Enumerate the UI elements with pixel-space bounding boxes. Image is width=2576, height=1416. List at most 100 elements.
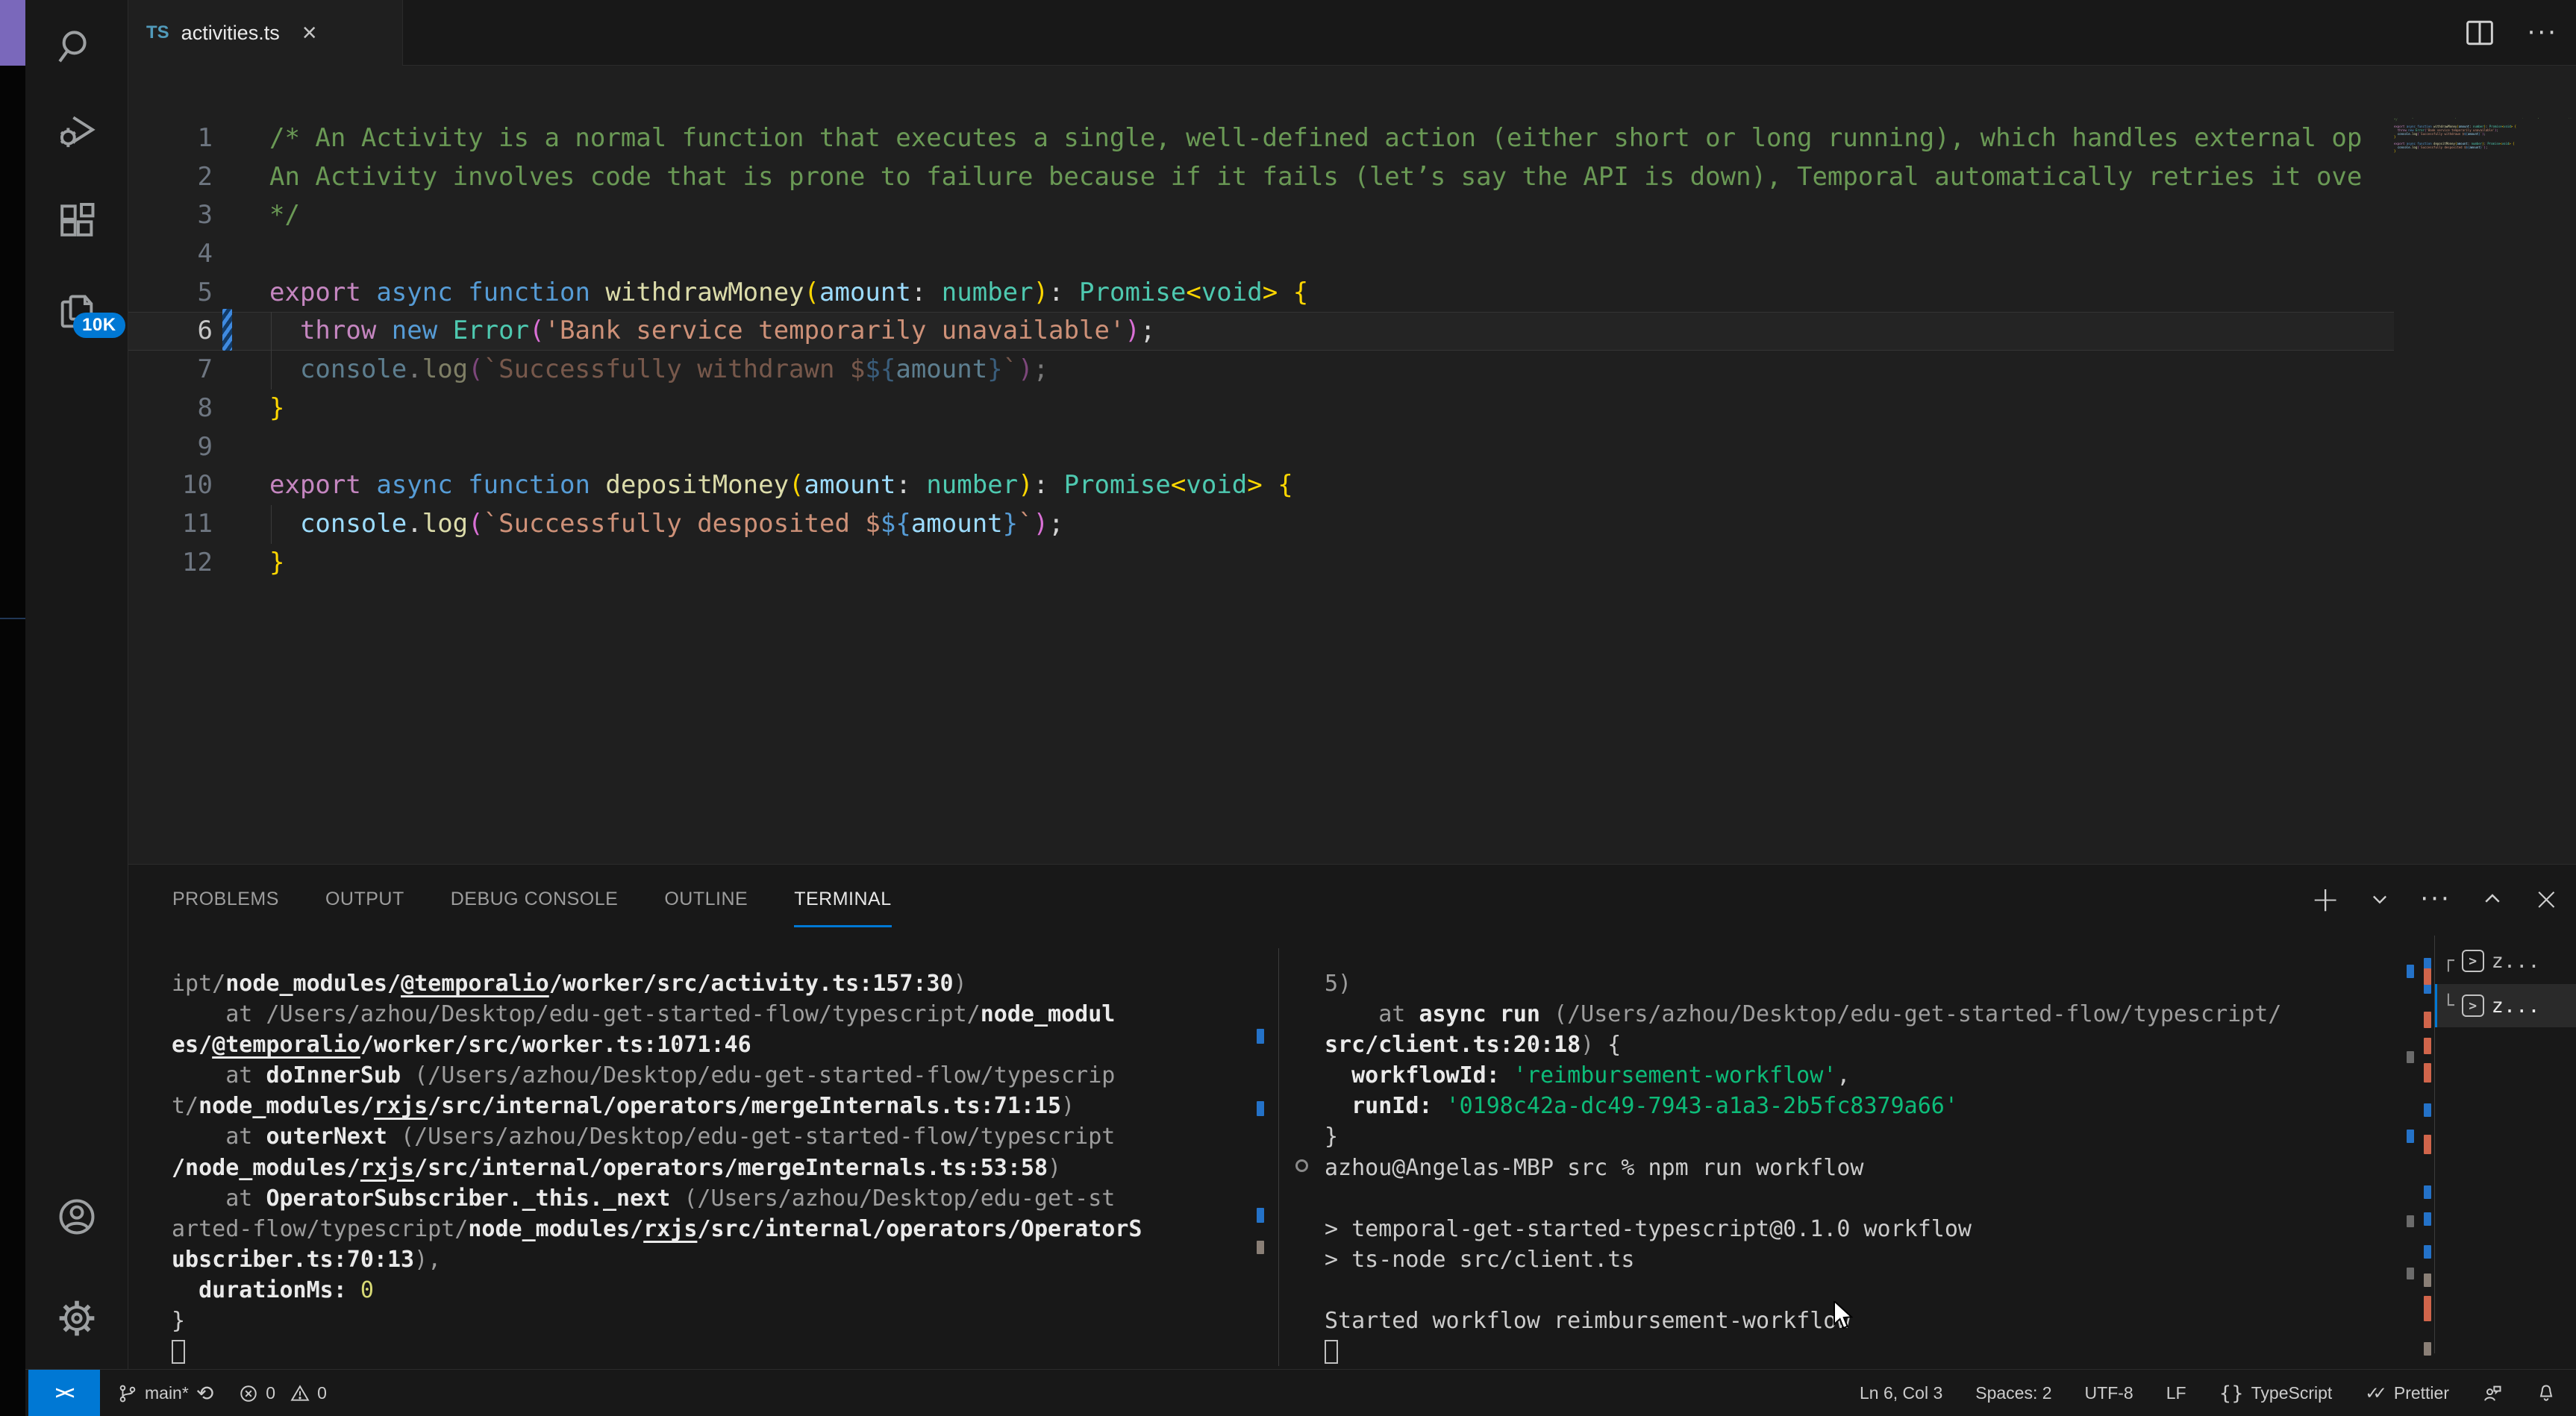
scroll-decoration-mark bbox=[1257, 1029, 1264, 1044]
close-panel-icon[interactable]: × bbox=[2533, 884, 2560, 914]
panel-tab-debug-console[interactable]: DEBUG CONSOLE bbox=[451, 865, 619, 933]
extensions-icon[interactable] bbox=[25, 194, 128, 246]
terminal-tab-1[interactable]: ┌>z... bbox=[2435, 939, 2576, 983]
remote-indicator[interactable]: >< bbox=[28, 1370, 100, 1416]
code-line-12[interactable]: 12} bbox=[128, 544, 2576, 583]
scroll-decoration-mark bbox=[2424, 1103, 2431, 1117]
terminal-line: > temporal-get-started-typescript@0.1.0 … bbox=[1325, 1214, 2392, 1244]
line-number: 11 bbox=[128, 505, 213, 544]
terminal-line: ipt/node_modules/@temporalio/worker/src/… bbox=[172, 968, 1254, 999]
editor-more-actions-icon[interactable]: ··· bbox=[2527, 18, 2558, 48]
line-number: 9 bbox=[128, 428, 213, 467]
scroll-decoration-mark bbox=[2407, 1268, 2414, 1279]
typescript-file-icon: TS bbox=[146, 22, 169, 43]
terminal-pane-right[interactable]: 5) at async run (/Users/azhou/Desktop/ed… bbox=[1325, 968, 2392, 1367]
terminal-line bbox=[172, 1336, 1254, 1367]
errors-icon bbox=[239, 1384, 258, 1403]
mouse-cursor bbox=[1833, 1301, 1858, 1331]
code-line-10[interactable]: 10export async function depositMoney(amo… bbox=[128, 466, 2576, 505]
extension-badge: 10K bbox=[73, 313, 125, 338]
split-tree-glyph: ┌ bbox=[2442, 950, 2454, 972]
scroll-decoration-mark bbox=[1257, 1208, 1264, 1223]
panel-tab-outline[interactable]: OUTLINE bbox=[664, 865, 748, 933]
scroll-decoration-mark bbox=[2407, 1051, 2414, 1063]
code-line-8[interactable]: 8} bbox=[128, 389, 2576, 428]
sync-icon[interactable]: ⟲ bbox=[196, 1381, 213, 1406]
terminal-pane-left[interactable]: ipt/node_modules/@temporalio/worker/src/… bbox=[172, 968, 1254, 1367]
tab-activities-ts[interactable]: TS activities.ts × bbox=[128, 0, 403, 66]
terminal-line: ubscriber.ts:70:13), bbox=[172, 1244, 1254, 1275]
panel-tab-output[interactable]: OUTPUT bbox=[325, 865, 404, 933]
search-icon[interactable] bbox=[25, 21, 128, 73]
code-line-7[interactable]: 7 console.log(`Successfully withdrawn $$… bbox=[128, 351, 2576, 389]
eol-sequence[interactable]: LF bbox=[2166, 1383, 2186, 1403]
terminal-profile-chevron-down-icon[interactable] bbox=[2369, 889, 2390, 909]
scroll-decoration-mark bbox=[2424, 1135, 2431, 1154]
terminal-line: } bbox=[1325, 1121, 2392, 1152]
scroll-decoration-mark bbox=[2424, 1245, 2431, 1259]
code-line-9[interactable]: 9 bbox=[128, 428, 2576, 467]
scroll-decoration-mark bbox=[2424, 1296, 2431, 1321]
cursor-position[interactable]: Ln 6, Col 3 bbox=[1860, 1383, 1942, 1403]
double-check-icon: ✓✓ bbox=[2365, 1383, 2380, 1403]
run-and-debug-icon[interactable] bbox=[25, 104, 128, 157]
terminal-tab-2[interactable]: └>z... bbox=[2435, 984, 2576, 1027]
language-mode[interactable]: {} TypeScript bbox=[2219, 1382, 2333, 1405]
terminal-line: at outerNext (/Users/azhou/Desktop/edu-g… bbox=[172, 1121, 1254, 1152]
activity-bar: 10K bbox=[25, 0, 128, 1416]
scroll-decoration-mark bbox=[1257, 1101, 1264, 1116]
feedback-person-icon[interactable] bbox=[2482, 1383, 2503, 1404]
code-line-11[interactable]: 11 console.log(`Successfully desposited … bbox=[128, 505, 2576, 544]
terminal-icon: > bbox=[2462, 994, 2484, 1017]
tab-close-icon[interactable]: × bbox=[302, 20, 317, 46]
code-line-4[interactable]: 4 bbox=[128, 235, 2576, 274]
scroll-decoration-mark bbox=[2424, 1063, 2431, 1083]
terminal-tab-label: z... bbox=[2492, 950, 2540, 973]
scroll-decoration-mark bbox=[2407, 1130, 2414, 1143]
terminal-line: at /Users/azhou/Desktop/edu-get-started-… bbox=[172, 999, 1254, 1030]
encoding[interactable]: UTF-8 bbox=[2085, 1383, 2133, 1403]
panel-tab-bar: PROBLEMS OUTPUT DEBUG CONSOLE OUTLINE TERMIN… bbox=[172, 865, 892, 933]
code-line-1[interactable]: 1/* An Activity is a normal function tha… bbox=[128, 119, 2576, 158]
new-terminal-icon[interactable]: + bbox=[2311, 884, 2340, 914]
terminal-line: arted-flow/typescript/node_modules/rxjs/… bbox=[172, 1214, 1254, 1244]
maximize-panel-chevron-up-icon[interactable] bbox=[2481, 888, 2504, 910]
modified-line-indicator bbox=[222, 309, 232, 351]
docs-extension-icon[interactable]: 10K bbox=[25, 286, 128, 338]
terminal-line: } bbox=[172, 1306, 1254, 1336]
terminal-line: src/client.ts:20:18) { bbox=[1325, 1030, 2392, 1060]
terminal-line: at doInnerSub (/Users/azhou/Desktop/edu-… bbox=[172, 1060, 1254, 1091]
formatter-item[interactable]: ✓✓ Prettier bbox=[2365, 1383, 2449, 1403]
code-line-2[interactable]: 2An Activity involves code that is prone… bbox=[128, 158, 2576, 197]
code-line-6[interactable]: 6 throw new Error('Bank service temporar… bbox=[128, 312, 2576, 351]
command-decoration-circle[interactable] bbox=[1295, 1159, 1308, 1172]
terminal-line: /node_modules/rxjs/src/internal/operator… bbox=[172, 1153, 1254, 1183]
terminal-cursor bbox=[1325, 1340, 1338, 1364]
split-editor-icon[interactable] bbox=[2465, 19, 2495, 46]
code-editor[interactable]: 1 /* An Activity is a normal function tha… bbox=[128, 118, 2576, 864]
terminal-line: > ts-node src/client.ts bbox=[1325, 1244, 2392, 1275]
workbench-main: TS activities.ts × ··· typescript › src … bbox=[128, 0, 2576, 1416]
code-line-3[interactable]: 3*/ bbox=[128, 196, 2576, 235]
scroll-decoration-mark bbox=[2424, 968, 2431, 985]
panel-tab-problems[interactable]: PROBLEMS bbox=[172, 865, 279, 933]
account-icon[interactable] bbox=[25, 1191, 128, 1243]
line-number: 7 bbox=[128, 351, 213, 389]
panel-tab-terminal[interactable]: TERMINAL bbox=[794, 865, 891, 933]
braces-icon: {} bbox=[2219, 1382, 2244, 1405]
problems-item[interactable]: 0 0 bbox=[239, 1383, 327, 1403]
line-number: 2 bbox=[128, 158, 213, 197]
minimap[interactable]: /* An Activity is a normal function that… bbox=[2394, 118, 2576, 425]
terminal-pane-divider[interactable] bbox=[1278, 948, 1279, 1366]
code-line-5[interactable]: 5export async function withdrawMoney(amo… bbox=[128, 274, 2576, 313]
panel-more-actions-icon[interactable]: ··· bbox=[2420, 884, 2451, 914]
git-branch-item[interactable]: main* ⟲ bbox=[118, 1381, 213, 1406]
scroll-decoration-mark bbox=[2407, 965, 2414, 978]
line-number: 3 bbox=[128, 196, 213, 235]
line-number: 12 bbox=[128, 544, 213, 583]
line-number: 1 bbox=[128, 119, 213, 158]
notifications-bell-icon[interactable] bbox=[2536, 1383, 2557, 1404]
indentation[interactable]: Spaces: 2 bbox=[1975, 1383, 2051, 1403]
settings-gear-icon[interactable] bbox=[25, 1292, 128, 1344]
terminal-line: 5) bbox=[1325, 968, 2392, 999]
